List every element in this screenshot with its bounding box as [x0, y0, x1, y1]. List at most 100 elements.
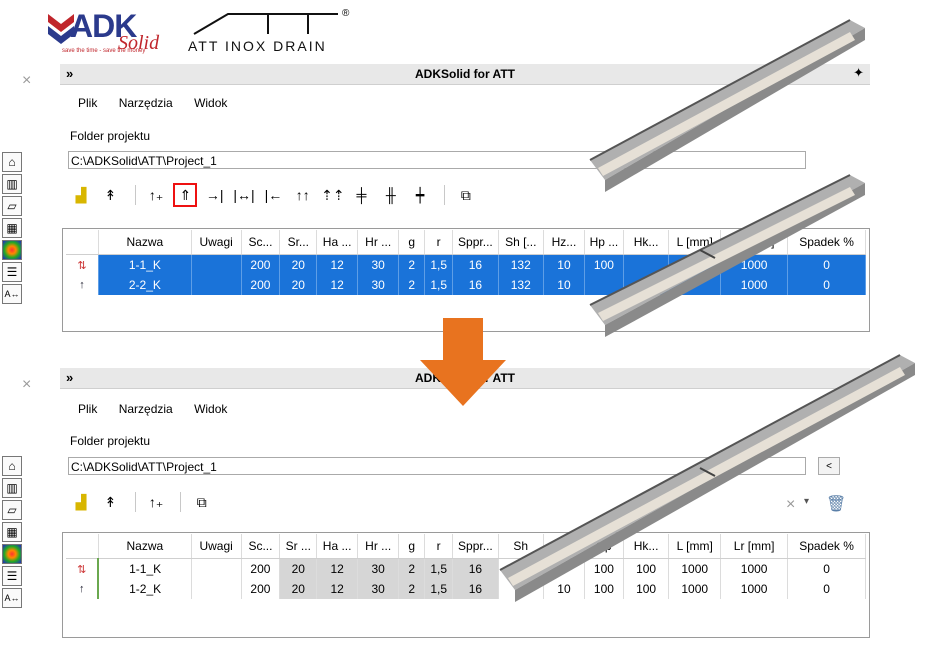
split-3-icon[interactable]: ┿ [409, 184, 431, 206]
view-icon[interactable]: ↟ [99, 184, 121, 206]
align-right-icon[interactable]: →| [204, 184, 226, 206]
cell-g[interactable]: 2 [398, 558, 426, 579]
color-wheel-icon[interactable] [2, 240, 22, 260]
cell-hz[interactable]: 10 [543, 254, 586, 275]
move-up-icon[interactable]: ⇑ [173, 183, 198, 207]
cell-r[interactable]: 1,5 [424, 254, 454, 275]
cell-sc[interactable]: 200 [241, 275, 281, 295]
cell-ha[interactable]: 12 [316, 558, 359, 579]
cell-sppr[interactable]: 16 [452, 254, 499, 275]
add-segment-icon[interactable]: ▟ [70, 184, 92, 206]
home-icon[interactable]: ⌂ [2, 456, 22, 476]
col-nazwa[interactable]: Nazwa [98, 230, 192, 255]
cell-ha[interactable]: 12 [316, 579, 359, 599]
arrow-set-1-icon[interactable]: ↑↑ [292, 184, 314, 206]
col-hz[interactable]: Hz... [543, 230, 586, 255]
col-g[interactable]: g [398, 230, 426, 255]
cell-sr[interactable]: 20 [279, 275, 318, 295]
cell-ha[interactable]: 12 [316, 275, 359, 295]
add-segment-icon[interactable]: ▟ [70, 491, 92, 513]
col-hr[interactable]: Hr ... [357, 230, 400, 255]
col-ha[interactable]: Ha ... [316, 230, 359, 255]
chart-icon[interactable]: ▦ [2, 218, 22, 238]
chart-icon[interactable]: ▦ [2, 522, 22, 542]
cell-uwagi[interactable] [191, 558, 242, 579]
cell-r[interactable]: 1,5 [424, 275, 454, 295]
cell-g[interactable]: 2 [398, 579, 426, 599]
cell-nazwa[interactable]: 1-1_K [98, 558, 192, 579]
cell-sr[interactable]: 20 [279, 254, 318, 275]
cell-r[interactable]: 1,5 [424, 579, 454, 599]
att-mark-icon [193, 13, 338, 35]
col-r[interactable]: r [424, 534, 454, 559]
cell-sr[interactable]: 20 [279, 558, 318, 579]
col-uwagi[interactable]: Uwagi [191, 534, 242, 559]
cell-sc[interactable]: 200 [241, 558, 281, 579]
folder-icon[interactable]: ▱ [2, 500, 22, 520]
cell-sh[interactable]: 132 [498, 254, 544, 275]
cell-hr[interactable]: 30 [357, 254, 400, 275]
separator [444, 185, 446, 205]
text-icon[interactable]: A↔ [2, 588, 22, 608]
cell-ha[interactable]: 12 [316, 254, 359, 275]
col-r[interactable]: r [424, 230, 454, 255]
menu-widok[interactable]: Widok [194, 96, 227, 110]
cell-r[interactable]: 1,5 [424, 558, 454, 579]
col-uwagi[interactable]: Uwagi [191, 230, 242, 255]
col-sh[interactable]: Sh [... [498, 230, 544, 255]
home-icon[interactable]: ⌂ [2, 152, 22, 172]
cell-nazwa[interactable]: 1-1_K [98, 254, 192, 275]
preview-icon[interactable]: ⧉ [191, 491, 213, 513]
list-icon[interactable]: ☰ [2, 262, 22, 282]
split-icon[interactable]: ╪ [350, 184, 372, 206]
menu-plik[interactable]: Plik [78, 402, 97, 416]
menu-widok[interactable]: Widok [194, 402, 227, 416]
expand-icon[interactable]: |↔| [233, 184, 255, 206]
split-2-icon[interactable]: ╫ [380, 184, 402, 206]
sidebar-top: ⌂ ▥ ▱ ▦ ☰ A↔ [0, 150, 24, 306]
cell-sc[interactable]: 200 [241, 254, 281, 275]
add-up-icon[interactable]: ↑₊ [145, 491, 167, 513]
cell-sc[interactable]: 200 [241, 579, 281, 599]
cell-g[interactable]: 2 [398, 254, 426, 275]
col-nazwa[interactable]: Nazwa [98, 534, 192, 559]
col-hr[interactable]: Hr ... [357, 534, 400, 559]
cube-icon[interactable]: ▥ [2, 174, 22, 194]
cell-hr[interactable]: 30 [357, 579, 400, 599]
menu-narzedzia[interactable]: Narzędzia [119, 402, 173, 416]
cell-nazwa[interactable]: 2-2_K [98, 275, 192, 295]
cube-icon[interactable]: ▥ [2, 478, 22, 498]
list-icon[interactable]: ☰ [2, 566, 22, 586]
preview-icon[interactable]: ⧉ [455, 184, 477, 206]
menu-narzedzia[interactable]: Narzędzia [119, 96, 173, 110]
arrow-set-2-icon[interactable]: ⇡⇡ [321, 184, 344, 206]
cell-sr[interactable]: 20 [279, 579, 318, 599]
add-up-icon[interactable]: ↑₊ [145, 184, 167, 206]
menu-plik[interactable]: Plik [78, 96, 97, 110]
color-wheel-icon[interactable] [2, 544, 22, 564]
cell-hr[interactable]: 30 [357, 275, 400, 295]
cell-hz[interactable]: 10 [543, 275, 586, 295]
cell-sppr[interactable]: 16 [452, 275, 499, 295]
col-ha[interactable]: Ha ... [316, 534, 359, 559]
col-sc[interactable]: Sc... [241, 534, 281, 559]
col-sc[interactable]: Sc... [241, 230, 281, 255]
col-sppr[interactable]: Sppr... [452, 230, 499, 255]
folder-icon[interactable]: ▱ [2, 196, 22, 216]
col-sr[interactable]: Sr ... [279, 534, 318, 559]
col-sr[interactable]: Sr... [279, 230, 318, 255]
cell-uwagi[interactable] [191, 275, 242, 295]
view-icon[interactable]: ↟ [99, 491, 121, 513]
shrink-icon[interactable]: |← [262, 184, 284, 206]
cell-nazwa[interactable]: 1-2_K [98, 579, 192, 599]
row-icon: ↑ [66, 275, 99, 295]
cell-sh[interactable]: 132 [498, 275, 544, 295]
cell-hr[interactable]: 30 [357, 558, 400, 579]
cell-uwagi[interactable] [191, 579, 242, 599]
col-g[interactable]: g [398, 534, 426, 559]
close-icon[interactable]: × [22, 376, 31, 394]
cell-uwagi[interactable] [191, 254, 242, 275]
cell-g[interactable]: 2 [398, 275, 426, 295]
close-icon[interactable]: × [22, 72, 31, 90]
text-icon[interactable]: A↔ [2, 284, 22, 304]
